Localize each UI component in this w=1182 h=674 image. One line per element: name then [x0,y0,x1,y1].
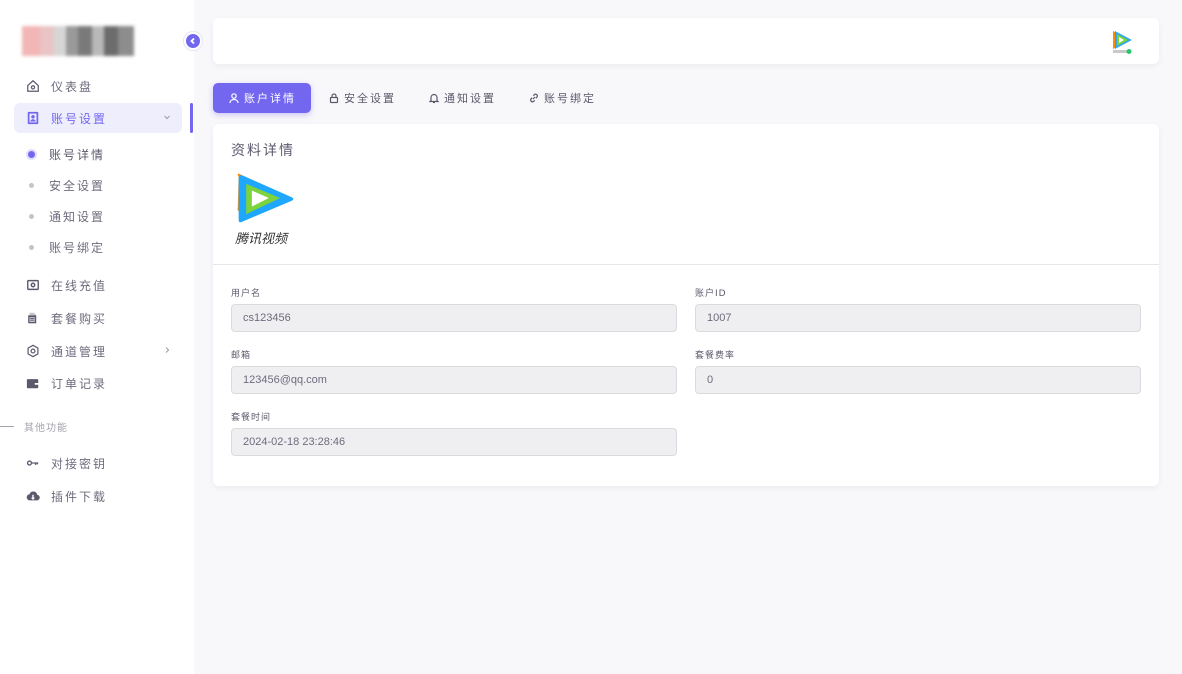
tab-label: 通知设置 [444,92,496,105]
sidebar-logo[interactable] [0,0,194,80]
section-label: 其他功能 [24,422,68,434]
wallet-icon [26,376,40,390]
nav-account-settings[interactable]: 账号设置 [14,103,182,133]
lock-icon [329,93,339,104]
bullet-icon [29,244,34,250]
package-time-field[interactable]: 2024-02-18 23:28:46 [231,428,677,456]
bullet-icon [28,150,35,158]
sidebar-collapse-button[interactable] [184,32,202,50]
sub-item-account-details[interactable]: 账号详情 [26,144,105,164]
account-icon [26,111,40,125]
sub-item-notifications[interactable]: 通知设置 [26,206,105,226]
tencent-video-logo-icon [1113,31,1132,54]
bullet-icon [29,182,34,188]
section-divider [0,425,14,427]
nav-label: 插件下载 [51,489,108,504]
account-id-label: 账户ID [695,289,727,299]
chevron-down-icon [162,111,172,121]
nav-label: 套餐购买 [51,311,108,326]
link-icon [530,93,538,103]
sub-item-binding[interactable]: 账号绑定 [26,237,105,257]
chevron-left-icon [190,37,195,45]
tab-security-settings[interactable]: 安全设置 [313,83,411,113]
user-avatar[interactable] [1109,28,1135,56]
profile-logo[interactable]: 腾讯视频 [233,172,303,247]
sidebar: 仪表盘 账号设置 账号详情 安全设置 通知设置 账号绑定 在线充值 套餐购买 通… [0,0,194,674]
tencent-video-logo-icon [237,173,294,223]
recharge-icon [26,278,40,292]
top-navbar [213,18,1159,64]
tab-account-binding[interactable]: 账号绑定 [513,83,611,113]
username-field[interactable]: cs123456 [231,304,677,332]
nav-api-key[interactable]: 对接密钥 [14,448,182,478]
package-icon [26,311,40,325]
nav-package-purchase[interactable]: 套餐购买 [14,303,182,333]
account-id-field[interactable]: 1007 [695,304,1141,332]
profile-card: 资料详情 腾讯视频 用户名 cs123456 账户ID 1007 邮箱 1234… [213,124,1159,486]
section-header-other: 其他功能 [0,419,68,434]
nav-plugin-download[interactable]: 插件下载 [14,481,182,511]
email-field[interactable]: 123456@qq.com [231,366,677,394]
nav-label: 通道管理 [51,344,108,359]
nav-channel-management[interactable]: 通道管理 [14,336,182,366]
sub-label: 账号详情 [49,147,106,162]
sub-item-security[interactable]: 安全设置 [26,175,105,195]
nav-label: 在线充值 [51,278,108,293]
brand-name: 腾讯视频 [235,232,288,247]
bullet-icon [29,213,34,219]
sub-label: 安全设置 [49,178,106,193]
blurred-logo [22,26,134,56]
home-icon [26,79,40,93]
key-icon [26,456,40,470]
email-label: 邮箱 [231,351,252,361]
account-tabs: 账户详情 安全设置 通知设置 账号绑定 [213,83,613,113]
bell-icon [428,93,440,104]
rate-field[interactable]: 0 [695,366,1141,394]
user-icon [229,93,239,104]
nav-label: 账号设置 [51,111,108,126]
tab-account-details[interactable]: 账户详情 [213,83,311,113]
tab-label: 账户详情 [244,92,296,105]
username-label: 用户名 [231,289,262,299]
active-indicator [190,103,193,133]
nav-dashboard[interactable]: 仪表盘 [14,71,182,101]
nav-label: 订单记录 [51,376,108,391]
tab-label: 账号绑定 [544,92,596,105]
nav-label: 对接密钥 [51,456,108,471]
chevron-right-icon [162,344,172,354]
card-divider [213,264,1159,265]
nav-label: 仪表盘 [51,79,94,94]
main-content: 账户详情 安全设置 通知设置 账号绑定 资料详情 腾讯视频 用户名 cs1234… [194,0,1182,674]
card-title: 资料详情 [231,143,295,159]
sub-label: 通知设置 [49,209,106,224]
nav-recharge[interactable]: 在线充值 [14,270,182,300]
cloud-download-icon [26,489,40,503]
settings-icon [26,344,40,358]
package-time-label: 套餐时间 [231,413,272,423]
tab-label: 安全设置 [344,92,396,105]
rate-label: 套餐费率 [695,351,736,361]
sub-label: 账号绑定 [49,240,106,255]
nav-order-records[interactable]: 订单记录 [14,368,182,398]
tab-notification-settings[interactable]: 通知设置 [413,83,511,113]
